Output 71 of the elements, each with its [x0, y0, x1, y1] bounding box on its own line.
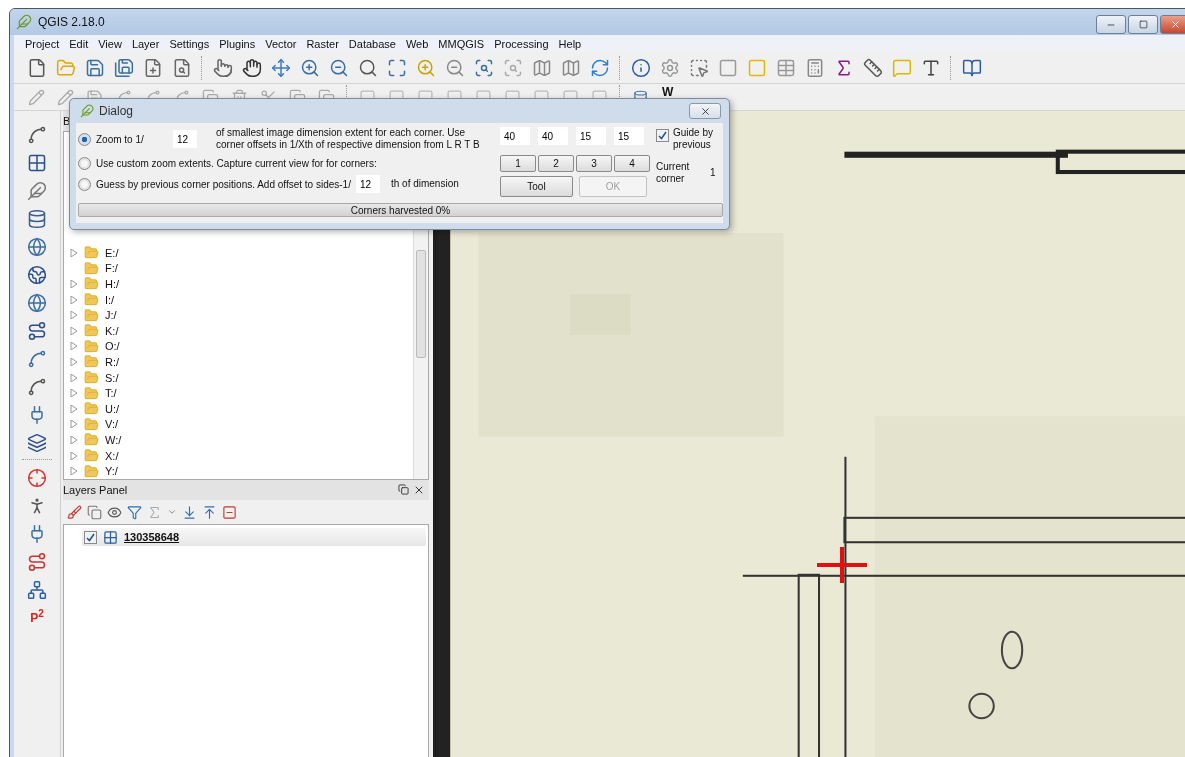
tree-item-label: F:/ [105, 262, 118, 275]
progress-label: Corners harvested 0% [350, 204, 451, 216]
tree-item-label: T:/ [105, 387, 117, 400]
menu-item[interactable]: Layer [126, 37, 165, 50]
tree-item-label: W:/ [105, 433, 122, 446]
menu-item[interactable]: Settings [164, 37, 215, 50]
tree-item-label: H:/ [105, 278, 120, 290]
tree-item[interactable]: I:/ [70, 291, 413, 308]
input-field[interactable]: 40 [500, 127, 530, 145]
menu-item[interactable]: Edit [64, 37, 94, 50]
tree-item[interactable]: J:/ [70, 307, 413, 323]
tree-item[interactable]: T:/ [70, 385, 413, 401]
tree-item[interactable]: S:/ [70, 369, 413, 386]
tree-item[interactable]: E:/ [70, 245, 413, 261]
tree-item[interactable]: R:/ [70, 354, 413, 370]
tree-item-label: U:/ [105, 402, 120, 415]
tree-item[interactable]: V:/ [70, 416, 413, 433]
tree-item-label: E:/ [105, 246, 119, 259]
layer-row[interactable]: 130358648 [82, 528, 426, 546]
layer-name: 130358648 [124, 531, 180, 543]
tree-item-label: V:/ [105, 418, 119, 431]
tree-item[interactable]: H:/ [70, 276, 413, 292]
option-note: of smallest image dimension extent for each corner. Use corner offsets in 1/Xth of respective dimension from L R T B [216, 127, 481, 151]
tree-item[interactable]: Y:/ [70, 463, 413, 479]
tree-item[interactable]: O:/ [70, 338, 413, 355]
tree-item-label: S:/ [105, 371, 119, 384]
menu-item[interactable]: Project [20, 37, 65, 50]
tree-item[interactable]: K:/ [70, 322, 413, 339]
tree-item-label: R:/ [105, 355, 120, 368]
input-field[interactable]: 15 [576, 127, 606, 145]
option-label: Use custom zoom extents. Capture current view for for corners: [96, 157, 377, 169]
tree-item-label: I:/ [105, 293, 115, 306]
input-field[interactable]: 15 [614, 127, 644, 145]
corner-button[interactable]: 3 [576, 155, 612, 172]
dialog-title: Dialog [99, 104, 134, 118]
corner-label: Current corner [656, 161, 691, 185]
menu-item[interactable]: Processing [489, 37, 554, 50]
menu-item[interactable]: Web [400, 37, 434, 50]
tree-item-label: O:/ [105, 340, 120, 353]
tool-button[interactable]: Tool [500, 176, 573, 197]
plugin-label[interactable]: W [657, 86, 679, 98]
menu-item[interactable]: Help [553, 37, 587, 50]
option-note: th of dimension [390, 178, 459, 190]
menu-item[interactable]: Plugins [214, 37, 261, 50]
input-field[interactable]: 12 [355, 175, 380, 193]
tree-item-label: J:/ [105, 309, 117, 322]
panel-title: Layers Panel [63, 484, 128, 496]
tree-item[interactable]: X:/ [70, 447, 413, 464]
option-label: Guess by previous corner positions. Add offset to sides-1/ [96, 178, 351, 190]
tree-item[interactable]: W:/ [70, 432, 413, 448]
menu-item[interactable]: Vector [260, 37, 302, 50]
menu-item[interactable]: MMQGIS [433, 37, 490, 50]
tree-item[interactable]: F:/ [70, 260, 413, 277]
plugin-label[interactable]: P$^{2}$ [30, 606, 44, 625]
corner-button[interactable]: 4 [614, 155, 650, 172]
checkbox-label: Guide by previous [673, 127, 715, 151]
menu-item[interactable]: Raster [301, 37, 344, 50]
input-field[interactable]: 40 [538, 127, 568, 145]
corner-button[interactable]: 1 [500, 155, 536, 172]
menu-item[interactable]: Database [343, 37, 401, 50]
tree-item-label: K:/ [105, 324, 119, 337]
corner-button[interactable]: 2 [538, 155, 574, 172]
menu-item[interactable]: View [93, 37, 127, 50]
tree-item-label: X:/ [105, 449, 119, 462]
corner-value: 1 [710, 167, 716, 179]
tree-item-label: Y:/ [105, 465, 118, 478]
window-title: QGIS 2.18.0 [38, 15, 105, 29]
option-label: Zoom to 1/ [96, 133, 145, 145]
input-field[interactable]: 12 [173, 130, 197, 148]
panel-title: B [63, 115, 71, 127]
tree-item[interactable]: U:/ [70, 400, 413, 417]
